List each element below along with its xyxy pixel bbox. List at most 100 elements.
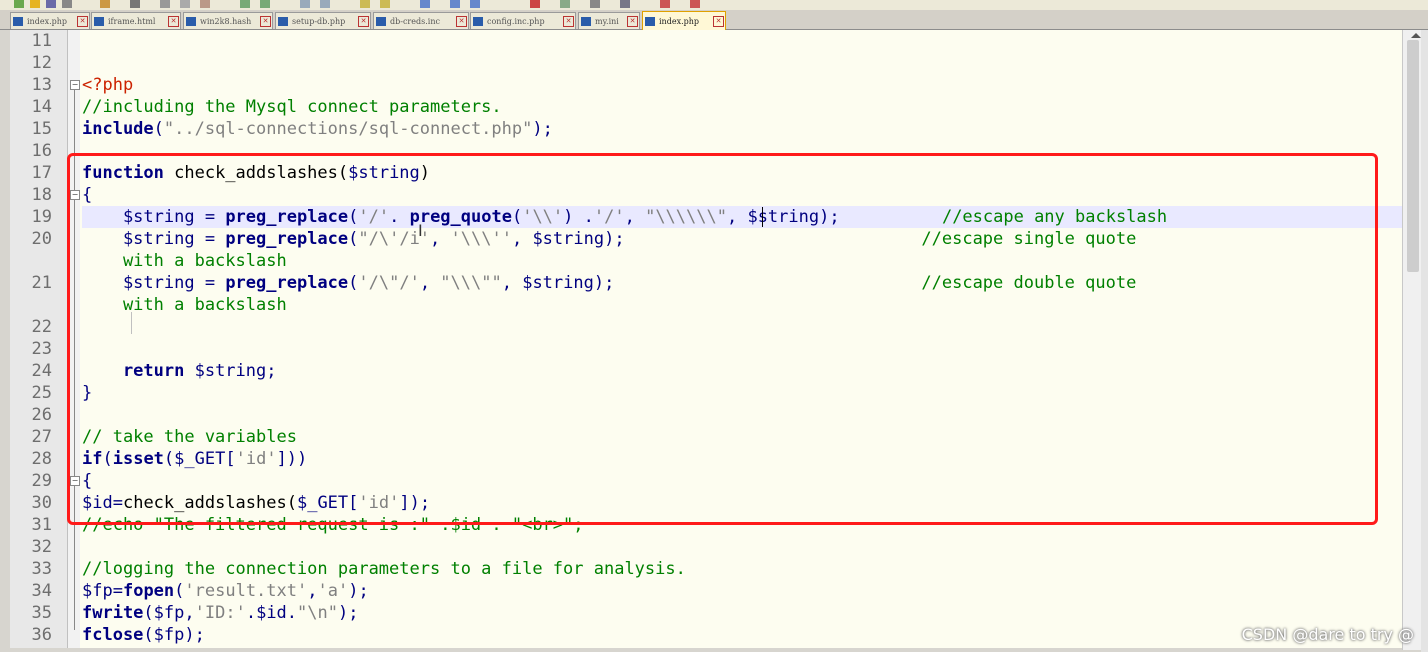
line-number: 19	[31, 207, 52, 227]
tab-iframe-html[interactable]: iframe.html ✕	[91, 12, 181, 29]
line-number: 12	[31, 53, 52, 73]
line-number: 32	[31, 537, 52, 557]
close-tab-icon[interactable]: ✕	[358, 15, 369, 27]
tab-label: index.php	[27, 16, 68, 26]
redo-icon[interactable]	[260, 0, 270, 8]
print-icon[interactable]	[130, 0, 140, 8]
line-number: 16	[31, 141, 52, 161]
code-line-18: {	[82, 185, 93, 205]
file-icon	[186, 16, 196, 26]
line-number: 21	[31, 273, 52, 293]
replace-icon[interactable]	[320, 0, 330, 8]
line-number: 18	[31, 185, 52, 205]
code-line-34: $fp=fopen('result.txt','a');	[82, 581, 369, 601]
close-tab-icon[interactable]: ✕	[713, 15, 724, 27]
fold-line	[74, 90, 75, 630]
save-icon[interactable]	[46, 0, 56, 8]
line-number: 33	[31, 559, 52, 579]
code-line-17: function check_addslashes($string)	[82, 163, 431, 183]
code-line-21-wrap: with a backslash	[82, 295, 287, 315]
undo-icon[interactable]	[240, 0, 250, 8]
code-line-36: fclose($fp);	[82, 625, 205, 645]
find-icon[interactable]	[300, 0, 310, 8]
php-file-icon	[473, 16, 483, 26]
side-panel-edge	[1421, 30, 1428, 652]
macro-play-icon[interactable]	[560, 0, 570, 8]
code-line-15: include("../sql-connections/sql-connect.…	[82, 119, 553, 139]
cut-icon[interactable]	[160, 0, 170, 8]
line-number: 34	[31, 581, 52, 601]
close-tab-icon[interactable]: ✕	[77, 15, 88, 27]
close-tab-icon[interactable]: ✕	[260, 15, 271, 27]
code-line-31: //echo "The filtered request is :" .$id …	[82, 515, 584, 535]
tab-config-inc-php[interactable]: config.inc.php ✕	[470, 12, 576, 29]
toolbar	[0, 0, 1428, 10]
tab-index-php-active[interactable]: index.php ✕	[642, 11, 726, 30]
line-number-gutter: 11 12 13 14 15 16 17 18 19 20 21 22 23 2…	[10, 30, 68, 648]
tab-label: db-creds.inc	[390, 16, 440, 26]
plugin-icon[interactable]	[690, 0, 700, 8]
run-icon[interactable]	[660, 0, 670, 8]
fold-toggle-icon[interactable]: −	[70, 476, 80, 486]
zoom-in-icon[interactable]	[360, 0, 370, 8]
watermark: CSDN @dare to try @	[1241, 625, 1414, 644]
line-number: 29	[31, 471, 52, 491]
code-line-13: <?php	[82, 75, 134, 95]
close-tab-icon[interactable]: ✕	[627, 15, 638, 27]
zoom-out-icon[interactable]	[380, 0, 390, 8]
tab-setup-db-php[interactable]: setup-db.php ✕	[275, 12, 371, 29]
line-number: 14	[31, 97, 52, 117]
line-number: 13	[31, 75, 52, 95]
line-number: 35	[31, 603, 52, 623]
file-icon	[376, 16, 386, 26]
close-tab-icon[interactable]: ✕	[456, 15, 467, 27]
fold-toggle-icon[interactable]: −	[70, 80, 80, 90]
code-line-35: fwrite($fp,'ID:'.$id."\n");	[82, 603, 359, 623]
ini-file-icon	[581, 16, 591, 26]
wrap-icon[interactable]	[450, 0, 460, 8]
tab-win2k8-hash[interactable]: win2k8.hash ✕	[183, 12, 273, 29]
line-number: 24	[31, 361, 52, 381]
tab-label: win2k8.hash	[200, 16, 252, 26]
line-number: 15	[31, 119, 52, 139]
line-number: 28	[31, 449, 52, 469]
sync-icon[interactable]	[420, 0, 430, 8]
macro-save-icon[interactable]	[620, 0, 630, 8]
fold-toggle-icon[interactable]: −	[70, 190, 80, 200]
document-tab-bar: index.php ✕ iframe.html ✕ win2k8.hash ✕ set…	[0, 10, 1428, 30]
code-line-19: $string = preg_replace('/'. preg_quote('…	[82, 207, 1168, 227]
tab-db-creds-inc[interactable]: db-creds.inc ✕	[373, 12, 469, 29]
php-file-icon	[645, 16, 655, 26]
line-number: 30	[31, 493, 52, 513]
php-file-icon	[13, 16, 23, 26]
line-number: 23	[31, 339, 52, 359]
tab-label: setup-db.php	[292, 16, 346, 26]
tab-index-php[interactable]: index.php ✕	[10, 12, 90, 29]
line-number: 27	[31, 427, 52, 447]
close-tab-icon[interactable]: ✕	[168, 15, 179, 27]
line-number: 11	[31, 31, 52, 51]
open-file-icon[interactable]	[30, 0, 40, 8]
scroll-up-icon[interactable]	[1411, 33, 1421, 38]
line-number: 22	[31, 317, 52, 337]
macro-stop-icon[interactable]	[590, 0, 600, 8]
tab-label: config.inc.php	[487, 16, 545, 26]
indent-guide	[131, 312, 132, 334]
copy-icon[interactable]	[180, 0, 190, 8]
line-number: 31	[31, 515, 52, 535]
code-line-27: // take the variables	[82, 427, 297, 447]
code-editor[interactable]: 11 12 13 14 15 16 17 18 19 20 21 22 23 2…	[10, 30, 1402, 648]
scrollbar-thumb[interactable]	[1407, 40, 1419, 272]
new-file-icon[interactable]	[14, 0, 24, 8]
tab-label: index.php	[659, 16, 700, 26]
close-icon[interactable]	[100, 0, 110, 8]
macro-record-icon[interactable]	[530, 0, 540, 8]
save-all-icon[interactable]	[62, 0, 72, 8]
indent-icon[interactable]	[470, 0, 480, 8]
code-line-21: $string = preg_replace('/\"/', "\\\"", $…	[82, 273, 1137, 293]
tab-my-ini[interactable]: my.ini ✕	[578, 12, 640, 29]
html-file-icon	[94, 16, 104, 26]
line-number: 26	[31, 405, 52, 425]
paste-icon[interactable]	[200, 0, 210, 8]
close-tab-icon[interactable]: ✕	[563, 15, 574, 27]
